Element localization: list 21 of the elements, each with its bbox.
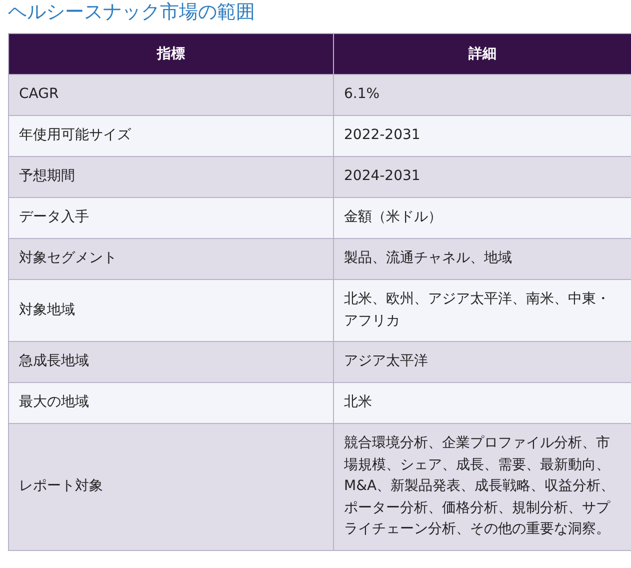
table-cell: 急成長地域 [8, 342, 334, 382]
page-title: ヘルシースナック市場の範囲 [8, 0, 256, 25]
table-cell: データ入手 [8, 198, 334, 238]
table-cell: CAGR [8, 74, 334, 116]
table-cell: 製品、流通チャネル、地域 [334, 238, 631, 280]
column-header: 指標 [8, 34, 334, 74]
table-cell: 6.1% [334, 74, 631, 116]
table-cell: 競合環境分析、企業プロファイル分析、市場規模、シェア、成長、需要、最新動向、M&A、新製品発表、成長戦略、収益分析、ポーター分析、価格分析、規制分析、サプライチェーン分析、その他の重要な洞察。 [334, 424, 631, 550]
table-cell: 金額（米ドル） [334, 198, 631, 238]
table-cell: 2022-2031 [334, 116, 631, 156]
table-cell: 最大の地域 [8, 382, 334, 424]
table-cell: 北米 [334, 382, 631, 424]
table-cell: 年使用可能サイズ [8, 116, 334, 156]
table-cell: 予想期間 [8, 156, 334, 198]
table-cell: 2024-2031 [334, 156, 631, 198]
table-cell: 北米、欧州、アジア太平洋、南米、中東・アフリカ [334, 280, 631, 342]
table-cell: レポート対象 [8, 424, 334, 550]
table-cell: 対象セグメント [8, 238, 334, 280]
table-cell: アジア太平洋 [334, 342, 631, 382]
table-cell: 対象地域 [8, 280, 334, 342]
column-header: 詳細 [334, 34, 631, 74]
